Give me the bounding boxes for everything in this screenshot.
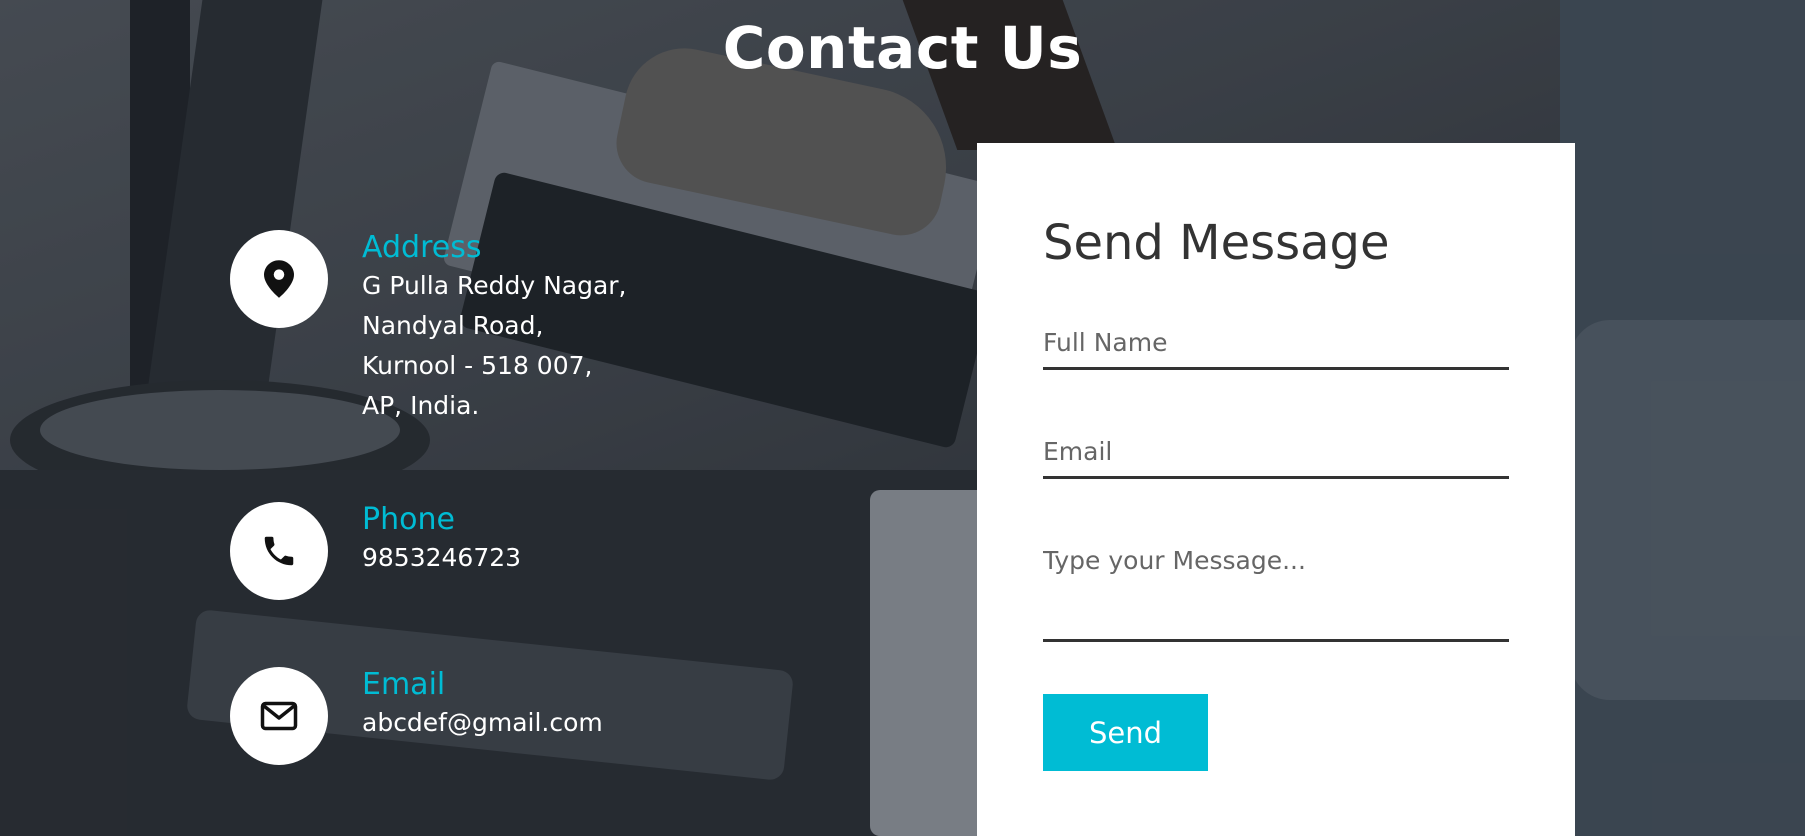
email-input[interactable] <box>1043 437 1509 479</box>
message-textarea[interactable] <box>1043 546 1509 642</box>
form-title: Send Message <box>1043 215 1390 271</box>
page-title: Contact Us <box>722 14 1083 82</box>
envelope-icon <box>230 667 328 765</box>
phone-icon <box>230 502 328 600</box>
phone-label: Phone <box>362 502 455 537</box>
email-value: abcdef@gmail.com <box>362 708 603 737</box>
send-message-form: Send Message Send <box>977 143 1575 836</box>
address-label: Address <box>362 230 482 265</box>
address-value: G Pulla Reddy Nagar, Nandyal Road, Kurno… <box>362 271 627 420</box>
email-label: Email <box>362 667 446 702</box>
full-name-input[interactable] <box>1043 328 1509 370</box>
phone-value: 9853246723 <box>362 543 522 572</box>
contact-email: Email abcdef@gmail.com <box>230 667 830 777</box>
contact-address: Address G Pulla Reddy Nagar, Nandyal Roa… <box>230 230 830 420</box>
contact-phone: Phone 9853246723 <box>230 502 830 612</box>
map-pin-icon <box>230 230 328 328</box>
send-button[interactable]: Send <box>1043 694 1208 771</box>
